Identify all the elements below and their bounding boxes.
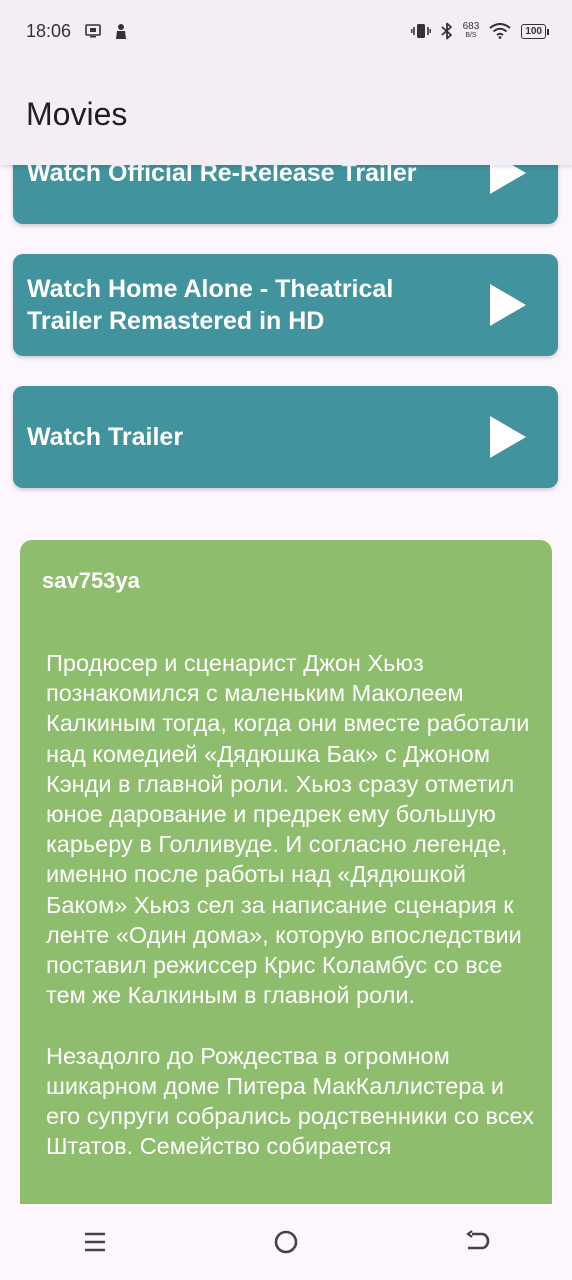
battery-icon: 100 bbox=[521, 23, 549, 39]
review-card: sav753ya Продюсер и сценарист Джон Хьюз … bbox=[20, 540, 552, 1260]
page-title: Movies bbox=[26, 96, 128, 132]
back-button[interactable] bbox=[447, 1212, 507, 1272]
play-icon bbox=[490, 416, 526, 458]
wifi-icon bbox=[489, 23, 511, 39]
back-icon bbox=[465, 1230, 489, 1250]
review-author: sav753ya bbox=[42, 568, 140, 593]
navigation-bar bbox=[0, 1204, 572, 1280]
screen-record-icon bbox=[85, 24, 101, 38]
network-speed-value: 683 bbox=[462, 21, 480, 32]
status-time: 18:06 bbox=[26, 20, 72, 41]
trailer-button-theatrical-remastered[interactable]: Watch Home Alone - Theatrical Trailer Re… bbox=[13, 254, 558, 356]
status-bar: 18:06 683 B/S 100 bbox=[0, 0, 572, 62]
vibrate-icon bbox=[410, 24, 431, 38]
notification-person-icon bbox=[116, 24, 127, 39]
review-text: Продюсер и сценарист Джон Хьюз познакоми… bbox=[46, 650, 534, 1160]
home-icon bbox=[274, 1230, 298, 1254]
play-icon bbox=[490, 284, 526, 326]
network-speed: 683 B/S bbox=[463, 22, 480, 40]
scroll-content[interactable]: Watch Official Re-Release Trailer Watch … bbox=[0, 0, 572, 1280]
menu-icon bbox=[85, 1232, 106, 1252]
network-speed-unit: B/S bbox=[465, 32, 477, 39]
trailer-button-label: Watch Trailer bbox=[27, 423, 184, 451]
trailer-button-watch-trailer[interactable]: Watch Trailer bbox=[13, 386, 558, 488]
menu-button[interactable] bbox=[65, 1212, 125, 1272]
trailer-button-label: Watch Home Alone - Theatrical Trailer Re… bbox=[27, 275, 394, 335]
bluetooth-icon bbox=[441, 22, 452, 40]
app-bar: Movies bbox=[0, 62, 572, 165]
home-button[interactable] bbox=[256, 1212, 316, 1272]
